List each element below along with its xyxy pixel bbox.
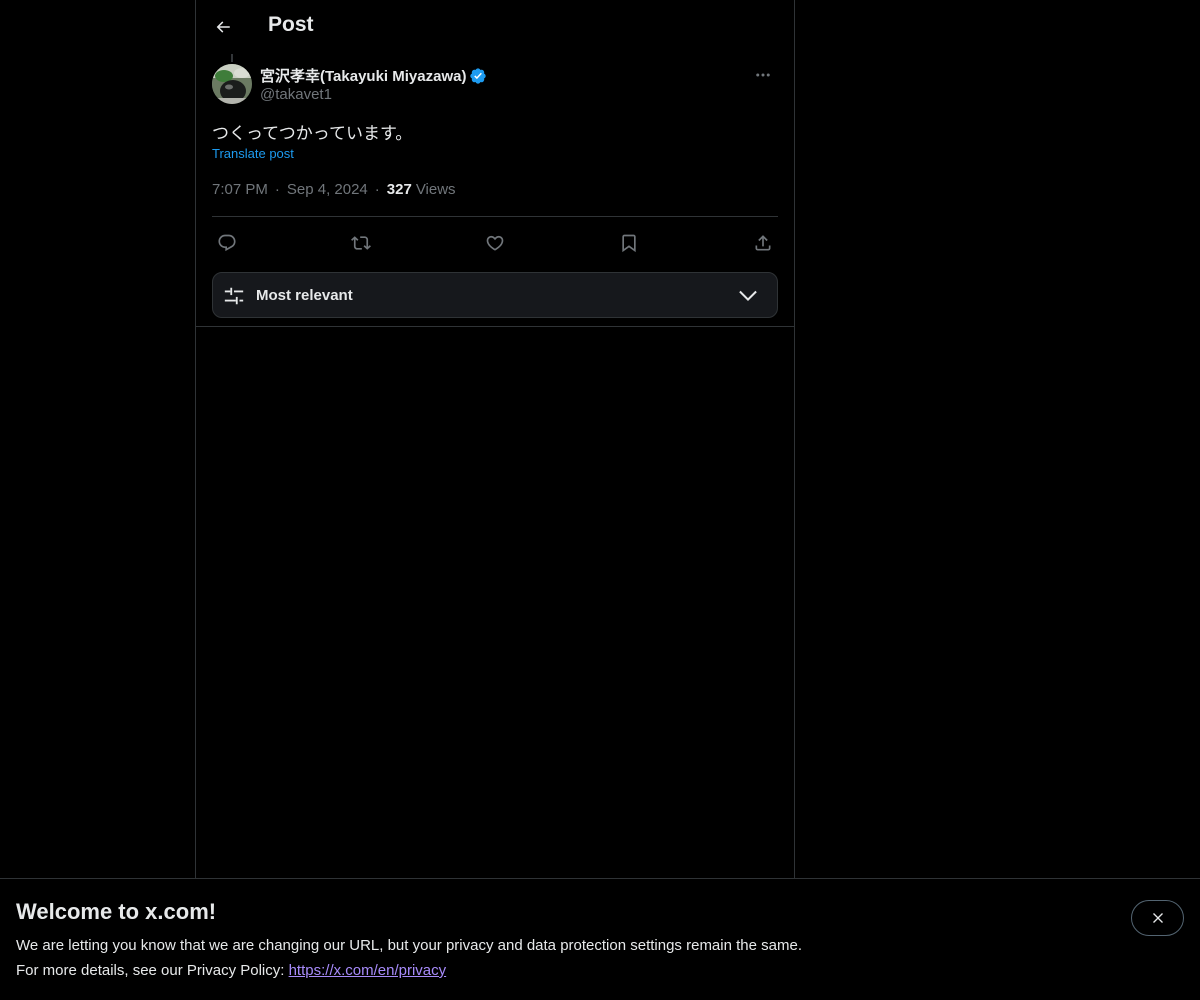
url-change-banner: Welcome to x.com! We are letting you kno… [0, 878, 1200, 1000]
reply-button[interactable] [212, 228, 242, 258]
translate-post-link[interactable]: Translate post [212, 146, 294, 161]
banner-title: Welcome to x.com! [16, 899, 217, 924]
meta-separator: · [374, 181, 380, 198]
post-meta: 7:07 PM · Sep 4, 2024 · 327 Views [212, 181, 456, 198]
post-text: つくってつかっています。 [212, 124, 413, 144]
author-display-name: 宮沢孝幸(Takayuki Miyazawa) [260, 68, 467, 85]
author-handle[interactable]: @takavet1 [260, 86, 332, 103]
privacy-policy-link[interactable]: https://x.com/en/privacy [289, 962, 447, 979]
views-count: 327 [386, 181, 412, 198]
like-icon [486, 235, 504, 251]
avatar-image [212, 64, 252, 104]
avatar[interactable] [212, 64, 252, 104]
verified-badge-icon [469, 67, 487, 85]
chevron-down-icon [739, 290, 757, 302]
close-icon [1152, 913, 1163, 923]
banner-privacy-prefix: For more details, see our Privacy Policy… [16, 962, 289, 979]
share-button[interactable] [748, 228, 778, 258]
meta-separator: · [274, 181, 280, 198]
views-label: Views [415, 181, 456, 198]
sort-selected-label: Most relevant [256, 287, 353, 304]
banner-message: We are letting you know that we are chan… [16, 937, 802, 954]
post-author-row: 宮沢孝幸(Takayuki Miyazawa) @takavet1 [212, 64, 778, 108]
like-button[interactable] [480, 228, 510, 258]
page-header: Post [196, 0, 794, 54]
author-name[interactable]: 宮沢孝幸(Takayuki Miyazawa) [260, 65, 487, 86]
more-options-button[interactable] [748, 64, 778, 86]
reply-icon [218, 234, 236, 252]
share-icon [755, 235, 771, 251]
arrow-left-icon [216, 21, 230, 33]
bookmark-button[interactable] [614, 228, 644, 258]
primary-column: Post 宮沢孝幸(Takayuki Miyazawa) @takavet1 つ… [195, 0, 795, 880]
repost-button[interactable] [346, 228, 376, 258]
replies-sort-dropdown[interactable]: Most relevant [212, 272, 778, 318]
section-divider [196, 326, 794, 327]
page-title: Post [268, 13, 314, 36]
back-button[interactable] [206, 10, 240, 44]
bookmark-icon [622, 234, 636, 253]
post-actions [212, 225, 778, 257]
repost-icon [351, 236, 371, 250]
post-time[interactable]: 7:07 PM [212, 181, 268, 198]
more-horizontal-icon [756, 73, 770, 77]
sliders-icon [224, 287, 244, 305]
banner-privacy-note: For more details, see our Privacy Policy… [16, 962, 446, 979]
divider [212, 216, 778, 217]
thread-connector-line [231, 54, 233, 62]
post-date[interactable]: Sep 4, 2024 [287, 181, 368, 198]
banner-close-button[interactable] [1131, 900, 1184, 936]
